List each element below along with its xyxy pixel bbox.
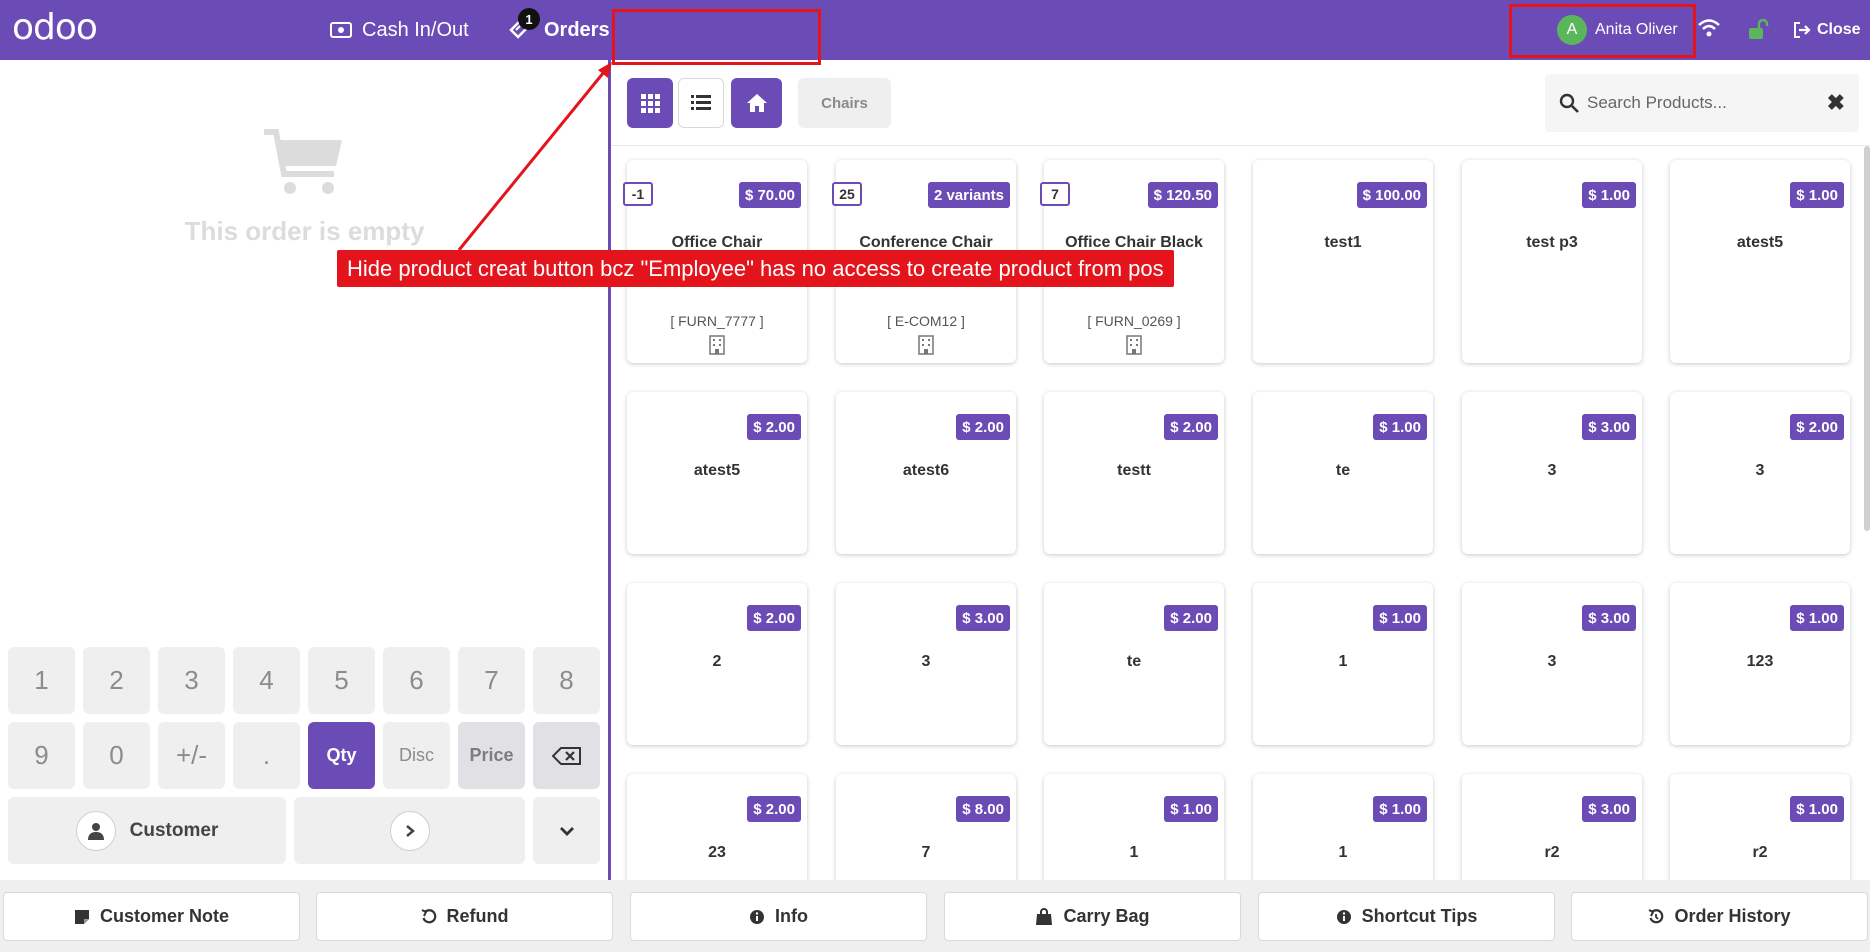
annotation-arrow bbox=[457, 62, 612, 251]
annotation-label: Hide product creat button bcz "Employee"… bbox=[337, 250, 1174, 287]
